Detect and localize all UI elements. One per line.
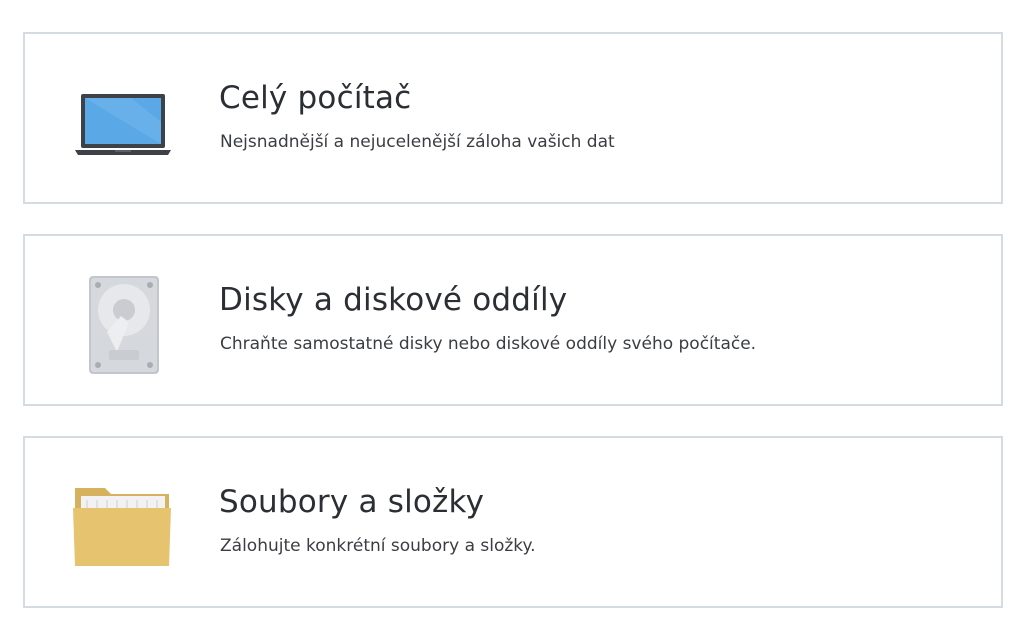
option-description: Nejsnadnější a nejucelenější záloha vaši… (220, 132, 615, 152)
option-files-folders[interactable]: Soubory a složky Zálohujte konkrétní sou… (23, 436, 1003, 608)
option-title: Celý počítač (219, 80, 412, 116)
option-disks-partitions[interactable]: Disky a diskové oddíly Chraňte samostatn… (23, 234, 1003, 406)
option-title: Disky a diskové oddíly (219, 282, 568, 318)
option-description: Chraňte samostatné disky nebo diskové od… (220, 334, 757, 354)
option-description: Zálohujte konkrétní soubory a složky. (220, 536, 536, 556)
hard-drive-icon (71, 272, 175, 376)
backup-source-options: Celý počítač Nejsnadnější a nejucelenějš… (0, 0, 1024, 633)
option-title: Soubory a složky (219, 484, 485, 520)
laptop-icon (71, 70, 175, 174)
option-entire-computer[interactable]: Celý počítač Nejsnadnější a nejucelenějš… (23, 32, 1003, 204)
folder-icon (71, 474, 175, 578)
